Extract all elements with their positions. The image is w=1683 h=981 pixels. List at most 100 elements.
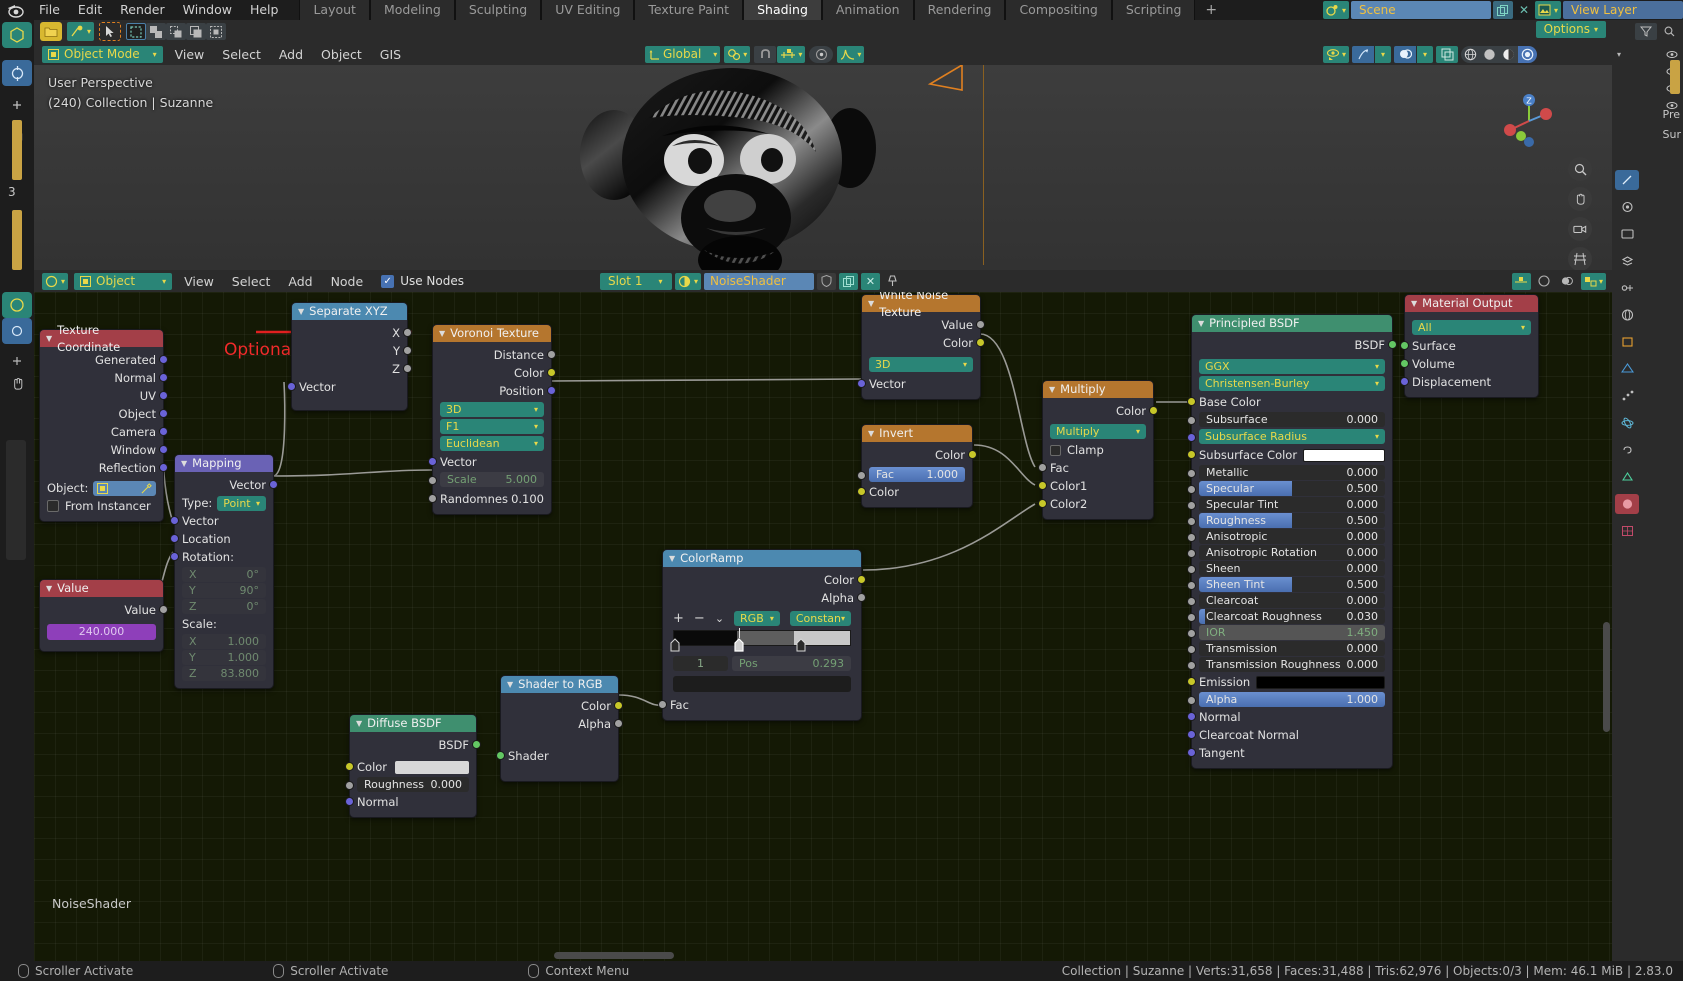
node-header-diffuse-bsdf[interactable]: ▼ Diffuse BSDF bbox=[350, 715, 476, 732]
socket-sep-x[interactable] bbox=[403, 328, 412, 337]
tab-rendering[interactable]: Rendering bbox=[913, 0, 1006, 20]
tab-shading[interactable]: Shading bbox=[743, 0, 822, 20]
socket-invert-color-in[interactable] bbox=[857, 487, 866, 496]
node-header-shader-to-rgb[interactable]: ▼ Shader to RGB bbox=[501, 676, 618, 693]
socket-camera[interactable] bbox=[159, 427, 168, 436]
principled-input-row[interactable]: Clearcoat Roughness 0.030 bbox=[1187, 609, 1392, 624]
tab-material-icon[interactable] bbox=[1615, 494, 1639, 514]
socket-row-reflection[interactable]: Reflection bbox=[40, 459, 168, 477]
tab-compositing[interactable]: Compositing bbox=[1005, 0, 1112, 20]
scale-y-field[interactable]: Y 1.000 bbox=[182, 650, 266, 665]
falloff-dropdown[interactable]: ▾ bbox=[837, 45, 865, 63]
tab-tool-icon[interactable] bbox=[1615, 170, 1639, 190]
voronoi-randomness-row[interactable]: Randomnes 0.100 bbox=[428, 490, 551, 508]
xray-toggle-icon[interactable] bbox=[1436, 45, 1458, 63]
socket-anisotropic[interactable] bbox=[1187, 533, 1196, 542]
menu-edit[interactable]: Edit bbox=[69, 0, 111, 20]
socket-uv[interactable] bbox=[159, 391, 168, 400]
socket-row-voronoi-distance[interactable]: Distance bbox=[433, 346, 556, 364]
slider-specular[interactable]: Specular 0.500 bbox=[1199, 481, 1385, 496]
proportional-edit-toggle[interactable] bbox=[809, 45, 834, 63]
node-canvas-hscrollbar[interactable] bbox=[554, 952, 674, 959]
colorramp-remove-button[interactable]: − bbox=[694, 611, 705, 626]
principled-input-row[interactable]: Clearcoat 0.000 bbox=[1187, 593, 1392, 608]
collapse-triangle-icon[interactable]: ▼ bbox=[1198, 315, 1204, 332]
socket-row-voronoi-vector[interactable]: Vector bbox=[428, 453, 551, 471]
properties-scroll-indicator[interactable] bbox=[1670, 60, 1680, 94]
colorramp-gradient-widget[interactable] bbox=[670, 628, 851, 652]
socket-window[interactable] bbox=[159, 445, 168, 454]
diffuse-roughness-row[interactable]: Roughness 0.000 bbox=[345, 777, 476, 792]
socket-s2rgb-shader[interactable] bbox=[496, 751, 505, 760]
view-layer-browse-icon[interactable]: ▾ bbox=[1534, 1, 1561, 19]
shading-solid-icon[interactable] bbox=[1480, 45, 1499, 63]
tab-output-icon[interactable] bbox=[1615, 224, 1639, 244]
scene-browse-icon[interactable]: ▾ bbox=[1322, 1, 1349, 19]
socket-row-multiply-color1[interactable]: Color1 bbox=[1038, 477, 1153, 495]
from-instancer-row[interactable]: From Instancer bbox=[40, 497, 163, 515]
socket-subsurface[interactable] bbox=[1187, 416, 1196, 425]
socket-specular[interactable] bbox=[1187, 485, 1196, 494]
colorramp-pos-field[interactable]: Pos 0.293 bbox=[732, 656, 851, 671]
node-voronoi-texture[interactable]: ▼ Voronoi Texture Distance Color Positio… bbox=[428, 324, 556, 515]
colorramp-stop-2[interactable] bbox=[795, 638, 809, 652]
shader-menu-node[interactable]: Node bbox=[325, 274, 370, 289]
principled-input-row[interactable]: Anisotropic Rotation 0.000 bbox=[1187, 545, 1392, 560]
editor-type-dropdown[interactable]: ▾ bbox=[42, 272, 69, 290]
socket-normal[interactable] bbox=[159, 373, 168, 382]
snap-magnet-toggle[interactable]: ▾ bbox=[724, 45, 751, 63]
pin-icon[interactable] bbox=[883, 273, 902, 290]
tab-viewlayer-icon[interactable] bbox=[1615, 251, 1639, 271]
tab-particle-icon[interactable] bbox=[1615, 386, 1639, 406]
tab-data-icon[interactable] bbox=[1615, 467, 1639, 487]
node-header-principled-bsdf[interactable]: ▼ Principled BSDF bbox=[1192, 315, 1392, 332]
diffuse-color-row[interactable]: Color bbox=[345, 758, 476, 776]
shader-menu-view[interactable]: View bbox=[178, 274, 220, 289]
from-instancer-checkbox-icon[interactable] bbox=[47, 500, 59, 512]
node-material-output[interactable]: ▼ Material Output All ▾ Surface Volume Di… bbox=[1400, 294, 1539, 398]
socket-ior[interactable] bbox=[1187, 629, 1196, 638]
delete-scene-icon[interactable]: ✕ bbox=[1515, 1, 1533, 19]
menu-help[interactable]: Help bbox=[241, 0, 288, 20]
socket-row-sep-y[interactable]: Y bbox=[292, 342, 412, 360]
tab-render-icon[interactable] bbox=[1615, 197, 1639, 217]
socket-anisotropic-rotation[interactable] bbox=[1187, 549, 1196, 558]
node-header-voronoi[interactable]: ▼ Voronoi Texture bbox=[433, 325, 551, 342]
collapse-triangle-icon[interactable]: ▼ bbox=[46, 580, 52, 597]
collapse-triangle-icon[interactable]: ▼ bbox=[868, 295, 874, 312]
tab-texture-paint[interactable]: Texture Paint bbox=[634, 0, 744, 20]
voronoi-metric-dropdown[interactable]: Euclidean ▾ bbox=[440, 436, 544, 451]
socket-roughness[interactable] bbox=[1187, 517, 1196, 526]
socket-row-mo-displacement[interactable]: Displacement bbox=[1400, 373, 1538, 391]
rotation-x-field[interactable]: X 0° bbox=[182, 567, 266, 582]
chevron-down-icon[interactable]: ▾ bbox=[1375, 429, 1379, 444]
outliner-row[interactable] bbox=[1617, 66, 1678, 77]
blender-logo-icon[interactable] bbox=[0, 0, 30, 20]
principled-input-row[interactable]: Sheen Tint 0.500 bbox=[1187, 577, 1392, 592]
socket-cr-color[interactable] bbox=[857, 575, 866, 584]
slider-sheen-tint[interactable]: Sheen Tint 0.500 bbox=[1199, 577, 1385, 592]
socket-row-multiply-fac[interactable]: Fac bbox=[1038, 459, 1153, 477]
shading-wireframe-icon[interactable] bbox=[1461, 45, 1480, 63]
mapping-type-row[interactable]: Type: Point ▾ bbox=[175, 494, 273, 512]
tab-modifier-icon[interactable] bbox=[1615, 359, 1639, 379]
socket-row-wn-color[interactable]: Color bbox=[862, 334, 985, 352]
socket-generated[interactable] bbox=[159, 355, 168, 364]
snap-target-dropdown[interactable]: ▾ bbox=[777, 45, 806, 63]
socket-alpha[interactable] bbox=[1187, 696, 1196, 705]
socket-row-voronoi-position[interactable]: Position bbox=[433, 382, 556, 400]
tab-animation[interactable]: Animation bbox=[821, 0, 914, 20]
socket-voronoi-vector[interactable] bbox=[428, 457, 437, 466]
socket-multiply-color-out[interactable] bbox=[1149, 406, 1158, 415]
socket-row-uv[interactable]: UV bbox=[40, 387, 168, 405]
socket-principled-bsdf-out[interactable] bbox=[1388, 340, 1397, 349]
invert-fac-slider[interactable]: Fac 1.000 bbox=[869, 467, 965, 482]
node-texture-coordinate[interactable]: ▼ Texture Coordinate Generated Normal UV… bbox=[39, 323, 168, 522]
socket-row-s2rgb-shader[interactable]: Shader bbox=[496, 747, 618, 765]
socket-row-invert-color-out[interactable]: Color bbox=[862, 446, 977, 464]
socket-s2rgb-color[interactable] bbox=[614, 701, 623, 710]
select-box-icon[interactable] bbox=[126, 23, 147, 40]
collapse-triangle-icon[interactable]: ▼ bbox=[356, 715, 362, 732]
tab-layout[interactable]: Layout bbox=[299, 0, 370, 20]
new-scene-icon[interactable] bbox=[1492, 1, 1513, 19]
